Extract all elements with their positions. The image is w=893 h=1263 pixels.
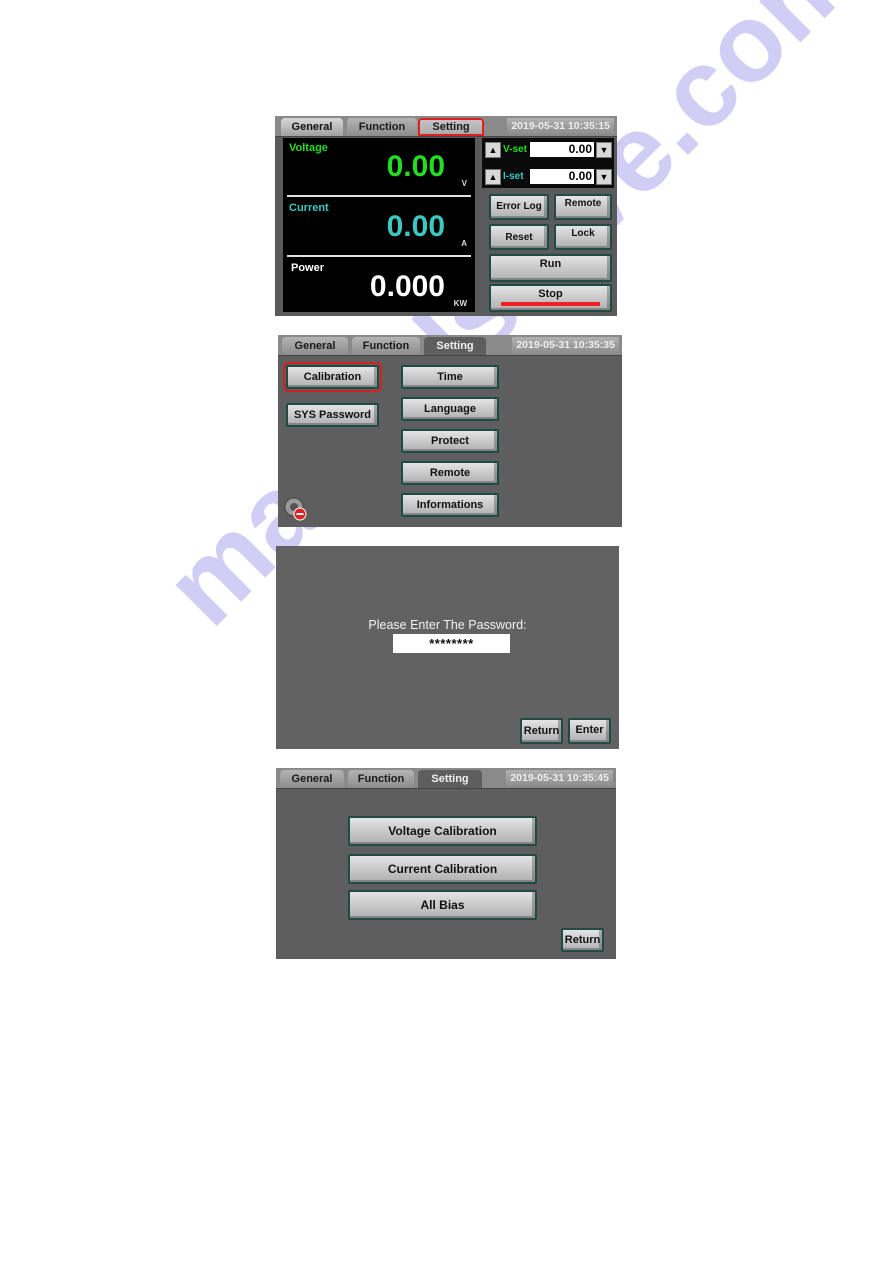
- stop-indicator-bar: [501, 302, 600, 306]
- run-button[interactable]: Run: [489, 254, 612, 282]
- iset-up-arrow-icon[interactable]: ▲: [485, 169, 501, 185]
- language-button[interactable]: Language: [401, 397, 499, 421]
- power-section: Power 0.000 KW: [283, 258, 475, 316]
- voltage-calibration-button[interactable]: Voltage Calibration: [348, 816, 537, 846]
- tab-general[interactable]: General: [280, 770, 344, 788]
- error-log-button[interactable]: Error Log: [489, 194, 549, 220]
- return-button[interactable]: Return: [561, 928, 604, 952]
- current-calibration-button[interactable]: Current Calibration: [348, 854, 537, 884]
- informations-button[interactable]: Informations: [401, 493, 499, 517]
- tab-function[interactable]: Function: [352, 337, 420, 355]
- current-unit: A: [461, 239, 467, 248]
- time-button[interactable]: Time: [401, 365, 499, 389]
- password-screen: Please Enter The Password: ******** Retu…: [276, 546, 619, 749]
- datetime: 2019-05-31 10:35:45: [506, 770, 613, 786]
- vset-down-arrow-icon[interactable]: ▼: [596, 142, 612, 158]
- voltage-unit: V: [461, 179, 467, 188]
- current-value: 0.00: [386, 210, 445, 243]
- remote-button[interactable]: Remote: [554, 194, 612, 220]
- power-value: 0.000: [369, 270, 445, 303]
- return-button[interactable]: Return: [520, 718, 563, 744]
- vset-field[interactable]: 0.00: [530, 142, 594, 157]
- meter-display: Voltage 0.00 V Current 0.00 A Power 0.00…: [283, 138, 475, 312]
- divider: [287, 195, 471, 197]
- current-label: Current: [289, 202, 329, 214]
- iset-down-arrow-icon[interactable]: ▼: [596, 169, 612, 185]
- tab-bar: General Function Setting 2019-05-31 10:3…: [275, 116, 617, 137]
- reset-button[interactable]: Reset: [489, 224, 549, 250]
- iset-field[interactable]: 0.00: [530, 169, 594, 184]
- power-label: Power: [291, 262, 325, 274]
- vset-up-arrow-icon[interactable]: ▲: [485, 142, 501, 158]
- tab-setting[interactable]: Setting: [424, 337, 486, 355]
- locked-gear-icon[interactable]: [284, 497, 308, 521]
- password-input[interactable]: ********: [393, 634, 510, 653]
- voltage-label: Voltage: [289, 142, 328, 154]
- iset-label: I-set: [503, 171, 524, 182]
- setpoint-panel: ▲ V-set 0.00 ▼ ▲ I-set 0.00 ▼: [482, 138, 614, 188]
- power-unit: KW: [453, 299, 467, 308]
- tab-general[interactable]: General: [282, 337, 348, 355]
- tab-bar: General Function Setting 2019-05-31 10:3…: [276, 768, 616, 789]
- tab-general[interactable]: General: [281, 118, 343, 136]
- tab-setting[interactable]: Setting: [418, 770, 482, 788]
- setting-screen: General Function Setting 2019-05-31 10:3…: [278, 335, 622, 527]
- password-prompt: Please Enter The Password:: [368, 618, 527, 632]
- general-screen: General Function Setting 2019-05-31 10:3…: [275, 116, 617, 316]
- tab-function[interactable]: Function: [347, 118, 417, 136]
- divider: [287, 255, 471, 257]
- remote-button[interactable]: Remote: [401, 461, 499, 485]
- voltage-section: Voltage 0.00 V: [283, 138, 475, 196]
- all-bias-button[interactable]: All Bias: [348, 890, 537, 920]
- lock-button[interactable]: Lock: [554, 224, 612, 250]
- datetime: 2019-05-31 10:35:35: [512, 337, 619, 353]
- calibration-screen: General Function Setting 2019-05-31 10:3…: [276, 768, 616, 959]
- protect-button[interactable]: Protect: [401, 429, 499, 453]
- datetime: 2019-05-31 10:35:15: [507, 118, 614, 134]
- sys-password-button[interactable]: SYS Password: [286, 403, 379, 427]
- tab-function[interactable]: Function: [348, 770, 414, 788]
- stop-label: Stop: [538, 288, 563, 300]
- tab-bar: General Function Setting 2019-05-31 10:3…: [278, 335, 622, 356]
- voltage-value: 0.00: [386, 150, 445, 183]
- tab-setting[interactable]: Setting: [418, 118, 484, 136]
- enter-button[interactable]: Enter: [568, 718, 611, 744]
- current-section: Current 0.00 A: [283, 198, 475, 256]
- vset-label: V-set: [503, 144, 527, 155]
- stop-button[interactable]: Stop: [489, 284, 612, 312]
- calibration-button[interactable]: Calibration: [283, 362, 382, 392]
